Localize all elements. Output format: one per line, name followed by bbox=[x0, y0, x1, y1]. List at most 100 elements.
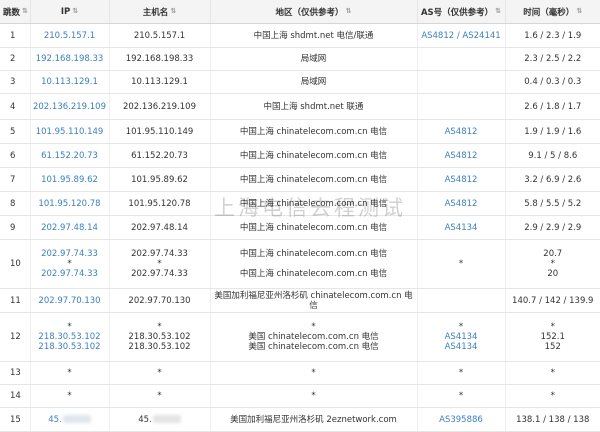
time-cell: 2.6 / 1.8 / 1.7 bbox=[505, 94, 600, 120]
ip-link[interactable]: 218.30.53.102 bbox=[31, 342, 109, 352]
host-cell: * 218.30.53.102 218.30.53.102 bbox=[109, 313, 210, 362]
as-cell: AS4134 bbox=[417, 216, 505, 240]
table-row: 12 * 218.30.53.102 218.30.53.102 * 218.3… bbox=[0, 313, 600, 362]
hop-cell: 2 bbox=[0, 48, 30, 71]
ip-cell: 202.136.219.109 bbox=[30, 94, 109, 120]
header-hop-label: 跳数 bbox=[3, 6, 20, 18]
as-line: * bbox=[418, 259, 505, 269]
region-cell: 局域网 bbox=[210, 48, 417, 71]
ip-link[interactable]: 202.97.70.130 bbox=[38, 296, 100, 306]
time-cell: * bbox=[505, 385, 600, 408]
time-cell: 9.1 / 5 / 8.6 bbox=[505, 144, 600, 168]
host-cell: 202.97.70.130 bbox=[109, 289, 210, 313]
traceroute-table: 跳数⇅ IP⇅ 主机名⇅ 地区（仅供参考）⇅ AS号（仅供参考）⇅ 时间（毫秒）… bbox=[0, 0, 600, 432]
table-row: 11 202.97.70.130 202.97.70.130 美国加利福尼亚州洛… bbox=[0, 289, 600, 313]
as-link[interactable]: AS4812 bbox=[445, 199, 478, 209]
ip-link[interactable]: 101.95.110.149 bbox=[36, 127, 104, 137]
host-cell: 202.97.48.14 bbox=[109, 216, 210, 240]
ip-link[interactable]: 202.97.48.14 bbox=[41, 223, 98, 233]
region-cell: * bbox=[210, 385, 417, 408]
table-row: 4 202.136.219.109 202.136.219.109 中国上海 s… bbox=[0, 94, 600, 120]
ip-link[interactable]: 45. bbox=[48, 415, 62, 425]
sort-icon[interactable]: ⇅ bbox=[22, 8, 28, 15]
region-line: 中国上海 chinatelecom.com.cn 电信 bbox=[211, 269, 417, 279]
ip-link[interactable]: 101.95.89.62 bbox=[41, 175, 98, 185]
ip-link[interactable]: 202.97.74.33 bbox=[31, 269, 109, 279]
table-row: 13 * * * * * bbox=[0, 362, 600, 385]
hop-cell: 14 bbox=[0, 385, 30, 408]
as-cell bbox=[417, 71, 505, 94]
header-ip[interactable]: IP⇅ bbox=[30, 0, 109, 24]
as-link[interactable]: AS4812 bbox=[445, 175, 478, 185]
host-line: 218.30.53.102 bbox=[110, 332, 210, 342]
redacted-ip bbox=[63, 415, 91, 423]
as-cell: * bbox=[417, 362, 505, 385]
sort-icon[interactable]: ⇅ bbox=[576, 8, 582, 15]
sort-icon[interactable]: ⇅ bbox=[495, 8, 501, 15]
ip-link[interactable]: 192.168.198.33 bbox=[36, 54, 104, 64]
time-cell: 1.6 / 2.3 / 1.9 bbox=[505, 24, 600, 48]
header-as[interactable]: AS号（仅供参考）⇅ bbox=[417, 0, 505, 24]
as-cell: AS4812 bbox=[417, 144, 505, 168]
ip-link[interactable]: 101.95.120.78 bbox=[38, 199, 100, 209]
ip-link[interactable]: 202.136.219.109 bbox=[33, 102, 106, 112]
as-link[interactable]: AS4812 / AS24141 bbox=[421, 31, 500, 41]
header-host[interactable]: 主机名⇅ bbox=[109, 0, 210, 24]
ip-cell: 202.97.74.33 * 202.97.74.33 bbox=[30, 240, 109, 289]
host-line: * bbox=[110, 322, 210, 332]
hop-cell: 10 bbox=[0, 240, 30, 289]
host-line: * bbox=[110, 259, 210, 269]
header-region[interactable]: 地区（仅供参考）⇅ bbox=[210, 0, 417, 24]
time-cell: 140.7 / 142 / 139.9 bbox=[505, 289, 600, 313]
ip-link[interactable]: 210.5.157.1 bbox=[44, 31, 95, 41]
header-host-label: 主机名 bbox=[143, 6, 169, 18]
ip-link[interactable]: 10.113.129.1 bbox=[41, 77, 98, 87]
as-link[interactable]: AS4812 bbox=[445, 127, 478, 137]
ip-cell: * 218.30.53.102 218.30.53.102 bbox=[30, 313, 109, 362]
ip-link[interactable]: 61.152.20.73 bbox=[41, 151, 98, 161]
time-cell: 20.7 * 20 bbox=[505, 240, 600, 289]
header-time[interactable]: 时间（毫秒）⇅ bbox=[505, 0, 600, 24]
region-cell: 局域网 bbox=[210, 71, 417, 94]
as-cell: * bbox=[417, 385, 505, 408]
as-link[interactable]: AS4134 bbox=[445, 223, 478, 233]
hop-cell: 13 bbox=[0, 362, 30, 385]
as-line bbox=[418, 249, 505, 259]
redacted-host bbox=[153, 415, 181, 423]
as-cell: AS4812 bbox=[417, 120, 505, 144]
header-hop[interactable]: 跳数⇅ bbox=[0, 0, 30, 24]
region-cell: 中国上海 chinatelecom.com.cn 电信 bbox=[210, 144, 417, 168]
ip-link[interactable]: 218.30.53.102 bbox=[31, 332, 109, 342]
host-cell: 45. bbox=[109, 408, 210, 432]
region-cell: 中国上海 chinatelecom.com.cn 电信 bbox=[210, 192, 417, 216]
ip-cell: 210.5.157.1 bbox=[30, 24, 109, 48]
as-cell: AS4812 bbox=[417, 168, 505, 192]
as-link[interactable]: AS4812 bbox=[445, 151, 478, 161]
region-line: 美国 chinatelecom.com.cn 电信 bbox=[211, 332, 417, 342]
time-cell: * bbox=[505, 362, 600, 385]
as-link[interactable]: AS395886 bbox=[439, 415, 483, 425]
as-link[interactable]: AS4134 bbox=[418, 332, 505, 342]
sort-icon[interactable]: ⇅ bbox=[346, 8, 352, 15]
region-cell: 中国上海 chinatelecom.com.cn 电信 bbox=[210, 168, 417, 192]
as-link[interactable]: AS4134 bbox=[418, 342, 505, 352]
region-cell: 美国加利福尼亚州洛杉矶 chinatelecom.com.cn 电信 bbox=[210, 289, 417, 313]
host-cell: 101.95.110.149 bbox=[109, 120, 210, 144]
as-line: * bbox=[418, 322, 505, 332]
host-line: 218.30.53.102 bbox=[110, 342, 210, 352]
sort-icon[interactable]: ⇅ bbox=[72, 8, 78, 15]
table-row: 7 101.95.89.62 101.95.89.62 中国上海 chinate… bbox=[0, 168, 600, 192]
time-cell: 138.1 / 138 / 138 bbox=[505, 408, 600, 432]
as-cell: * bbox=[417, 240, 505, 289]
table-row: 9 202.97.48.14 202.97.48.14 中国上海 chinate… bbox=[0, 216, 600, 240]
region-line: 美国 chinatelecom.com.cn 电信 bbox=[211, 342, 417, 352]
sort-icon[interactable]: ⇅ bbox=[170, 8, 176, 15]
table-row: 15 45. 45. 美国加利福尼亚州洛杉矶 2eznetwork.com AS… bbox=[0, 408, 600, 432]
host-line: 202.97.74.33 bbox=[110, 269, 210, 279]
ip-link[interactable]: 202.97.74.33 bbox=[31, 249, 109, 259]
hop-cell: 6 bbox=[0, 144, 30, 168]
hop-cell: 3 bbox=[0, 71, 30, 94]
ip-cell: 101.95.120.78 bbox=[30, 192, 109, 216]
region-cell: 中国上海 chinatelecom.com.cn 电信 bbox=[210, 216, 417, 240]
time-cell: 2.9 / 2.9 / 2.9 bbox=[505, 216, 600, 240]
